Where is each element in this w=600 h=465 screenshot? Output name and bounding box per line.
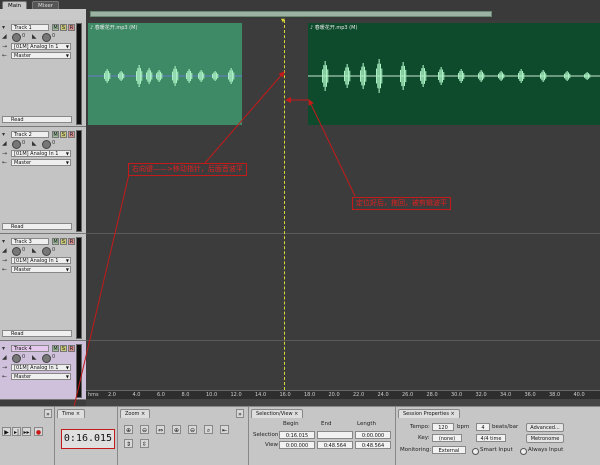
selection-label: Selection [253,432,279,438]
tempo-field[interactable]: 120 [432,423,454,431]
view-length-field[interactable]: 0:48.564 [355,441,391,449]
tab-zoom[interactable]: Zoom × [120,409,151,418]
key-label: Key: [418,435,430,441]
zoom-in-amplitude-icon[interactable]: ⊕ [124,425,133,434]
bottom-panels: ▶ ▸| ▸▸ ● » Time × 0:16.015 Zoom × ⊕ ⊖ ⇔… [0,406,600,465]
record-icon[interactable]: ● [34,427,43,436]
time-panel: Time × 0:16.015 [55,407,118,465]
arrow-to-cursor [204,71,285,164]
time-display: 0:16.015 [61,429,115,449]
smart-input-radio[interactable] [472,448,479,455]
zoom-panel: Zoom × ⊕ ⊖ ⇔ ⊕ ⊖ ⌕ ⇤ ⇕ ⇳ » [118,407,249,465]
monitoring-label: Monitoring: [400,447,432,453]
zoom-in-horizontal-icon[interactable]: ⊕ [172,425,181,434]
arrow-to-clip [308,99,356,197]
key-select[interactable]: (none) [432,434,462,442]
view-end-field[interactable]: 0:48.564 [317,441,353,449]
go-to-end-icon[interactable]: ▸| [12,427,21,436]
tab-selection-view[interactable]: Selection/View × [251,409,304,418]
tab-time[interactable]: Time × [57,409,86,418]
beats-label: beats/bar [492,424,519,430]
tempo-label: Tempo: [410,424,430,430]
view-begin-field[interactable]: 0:00.000 [279,441,315,449]
view-label: View [265,442,279,448]
panel-menu-icon[interactable]: » [236,409,244,418]
header-end: End [321,421,332,427]
skip-forward-icon[interactable]: ▸▸ [22,427,31,436]
annotation-arrows [66,71,356,433]
selection-length-field[interactable]: 0:00.000 [355,431,391,439]
zoom-out-horizontal-icon[interactable]: ⊖ [188,425,197,434]
monitoring-select[interactable]: External [432,446,466,454]
play-icon[interactable]: ▶ [2,427,11,436]
session-properties-panel: Session Properties × Tempo: 120 bpm 4 be… [396,407,600,465]
smart-input-label: Smart Input [480,447,513,453]
always-input-label: Always Input [528,447,564,453]
advanced-button[interactable]: Advanced... [526,423,564,432]
zoom-to-left-edge-icon[interactable]: ⇤ [220,425,229,434]
metronome-button[interactable]: Metronome [526,434,564,443]
annotation-note-left: 右向键——>移动指针，后面音波平 [128,163,247,176]
header-begin: Begin [283,421,299,427]
always-input-radio[interactable] [520,448,527,455]
selection-begin-field[interactable]: 0:16.015 [279,431,315,439]
annotation-note-right: 定位好后，拖回，被剪辑波平 [352,197,451,210]
zoom-to-selection-icon[interactable]: ⌕ [204,425,213,434]
fast-forward-icon[interactable]: » [44,409,52,418]
transport-panel: ▶ ▸| ▸▸ ● » [0,407,55,465]
zoom-out-amplitude-icon[interactable]: ⊖ [140,425,149,434]
arrow-to-time [66,169,131,433]
bpm-label: bpm [457,424,470,430]
zoom-vertical-in-icon[interactable]: ⇕ [124,439,133,448]
selection-view-panel: Selection/View × Begin End Length Select… [249,407,396,465]
zoom-vertical-out-icon[interactable]: ⇳ [140,439,149,448]
beats-field[interactable]: 4 [476,423,490,431]
zoom-out-full-icon[interactable]: ⇔ [156,425,165,434]
selection-end-field[interactable] [317,431,353,439]
time-signature-select[interactable]: 4/4 time [476,434,506,442]
header-length: Length [357,421,376,427]
tab-session-properties[interactable]: Session Properties × [398,409,460,418]
